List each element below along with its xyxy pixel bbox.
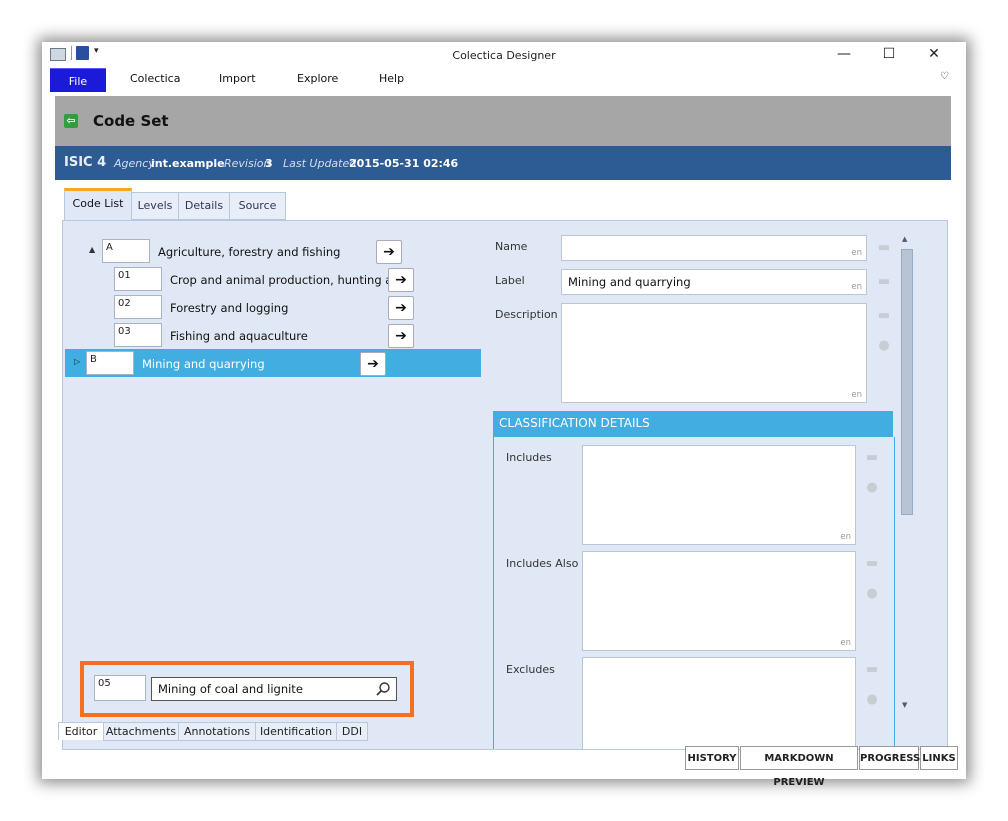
- tab-source[interactable]: Source: [229, 192, 286, 220]
- code-label[interactable]: Crop and animal production, hunting and: [170, 273, 407, 287]
- code-label[interactable]: Mining and quarrying: [142, 357, 265, 371]
- tab-attachments[interactable]: Attachments: [103, 722, 179, 741]
- tab-identification[interactable]: Identification: [255, 722, 337, 741]
- last-updated-value: 2015-05-31 02:46: [349, 157, 459, 170]
- menu-help[interactable]: Help: [379, 72, 404, 85]
- includes-label: Includes: [506, 451, 552, 464]
- excludes-field[interactable]: [582, 657, 856, 749]
- scroll-up-icon[interactable]: ▲: [902, 235, 907, 243]
- comment-icon[interactable]: ▬: [864, 451, 880, 465]
- comment-icon[interactable]: ▬: [876, 241, 892, 255]
- last-updated-label: Last Updated: [283, 157, 357, 170]
- description-label: Description: [495, 308, 558, 321]
- code-label[interactable]: Fishing and aquaculture: [170, 329, 308, 343]
- navigate-arrow-icon[interactable]: ➔: [360, 352, 386, 376]
- tab-editor[interactable]: Editor: [58, 722, 104, 740]
- language-tag: en: [840, 638, 851, 648]
- person-icon[interactable]: ●: [876, 339, 892, 353]
- code-input[interactable]: B: [86, 351, 134, 375]
- label-field[interactable]: Mining and quarrying en: [561, 269, 867, 295]
- person-icon[interactable]: ●: [864, 693, 880, 707]
- label-label: Label: [495, 274, 525, 287]
- classification-header: CLASSIFICATION DETAILS: [493, 411, 893, 437]
- tree-row-03[interactable]: 03 Fishing and aquaculture ➔: [81, 321, 501, 349]
- code-input[interactable]: 01: [114, 267, 162, 291]
- page-title: Code Set: [93, 112, 169, 130]
- navigate-arrow-icon[interactable]: ➔: [388, 324, 414, 348]
- agency-label: Agency: [114, 157, 155, 170]
- tab-code-list[interactable]: Code List: [64, 188, 132, 223]
- agency-value: int.example: [151, 157, 225, 170]
- new-code-input[interactable]: 05: [94, 675, 146, 701]
- person-icon[interactable]: ●: [864, 481, 880, 495]
- item-name: ISIC 4: [64, 155, 107, 170]
- navigate-arrow-icon[interactable]: ➔: [388, 296, 414, 320]
- excludes-label: Excludes: [506, 663, 555, 676]
- menu-explore[interactable]: Explore: [297, 72, 338, 85]
- revision-value: 3: [265, 157, 273, 170]
- app-window: ▾ Colectica Designer — ☐ ✕ File Colectic…: [42, 42, 966, 788]
- language-tag: en: [851, 390, 862, 400]
- tab-details[interactable]: Details: [178, 192, 230, 220]
- back-arrow-icon[interactable]: ⇦: [64, 114, 78, 128]
- language-tag: en: [851, 282, 862, 292]
- code-input[interactable]: A: [102, 239, 150, 263]
- includes-also-field[interactable]: en: [582, 551, 856, 651]
- menu-colectica[interactable]: Colectica: [130, 72, 180, 85]
- comment-icon[interactable]: ▬: [876, 309, 892, 323]
- revision-label: Revision: [224, 157, 271, 170]
- new-code-entry-highlight: 05 Mining of coal and lignite: [80, 661, 414, 717]
- code-label[interactable]: Forestry and logging: [170, 301, 288, 315]
- tab-ddi[interactable]: DDI: [336, 722, 368, 741]
- includes-field[interactable]: en: [582, 445, 856, 545]
- description-field[interactable]: en: [561, 303, 867, 403]
- ribbon-collapse-icon[interactable]: ♡: [940, 71, 949, 82]
- title-bar: ▾ Colectica Designer — ☐ ✕: [42, 42, 966, 66]
- expand-icon[interactable]: ▷: [74, 357, 80, 366]
- markdown-preview-button[interactable]: MARKDOWN PREVIEW: [740, 746, 858, 788]
- editor-area: Code List Levels Details Source ▲ A Agri…: [56, 180, 950, 750]
- info-bar: ISIC 4 Agency int.example Revision 3 Las…: [55, 146, 951, 180]
- search-icon[interactable]: [375, 681, 391, 697]
- comment-icon[interactable]: ▬: [876, 275, 892, 289]
- tab-levels[interactable]: Levels: [131, 192, 179, 220]
- window-title: Colectica Designer: [452, 49, 556, 62]
- close-button[interactable]: ✕: [919, 44, 949, 64]
- language-tag: en: [840, 532, 851, 542]
- menu-bar: Colectica Import Explore Help ♡: [42, 68, 966, 90]
- collapse-icon[interactable]: ▲: [89, 245, 95, 254]
- links-button[interactable]: LINKS: [920, 746, 958, 770]
- history-button[interactable]: HISTORY: [685, 746, 739, 770]
- tree-row-01[interactable]: 01 Crop and animal production, hunting a…: [81, 265, 501, 293]
- comment-icon[interactable]: ▬: [864, 557, 880, 571]
- tab-annotations[interactable]: Annotations: [178, 722, 256, 741]
- navigate-arrow-icon[interactable]: ➔: [376, 240, 402, 264]
- code-input[interactable]: 03: [114, 323, 162, 347]
- code-label[interactable]: Agriculture, forestry and fishing: [158, 245, 340, 259]
- classification-panel: Includes en ▬ ● Includes Also en ▬ ● Exc…: [493, 437, 895, 749]
- tree-row-02[interactable]: 02 Forestry and logging ➔: [81, 293, 501, 321]
- name-label: Name: [495, 240, 528, 253]
- scroll-down-icon[interactable]: ▼: [902, 701, 907, 709]
- page-header: ⇦ Code Set: [55, 96, 951, 146]
- tree-row-b-selected[interactable]: ▷ B Mining and quarrying ➔: [65, 349, 481, 377]
- label-value: Mining and quarrying: [568, 275, 691, 289]
- scrollbar-thumb[interactable]: [901, 249, 913, 515]
- comment-icon[interactable]: ▬: [864, 663, 880, 677]
- includes-also-label: Includes Also: [506, 557, 579, 570]
- tree-row-a[interactable]: ▲ A Agriculture, forestry and fishing ➔: [81, 237, 501, 265]
- person-icon[interactable]: ●: [864, 587, 880, 601]
- maximize-button[interactable]: ☐: [874, 44, 904, 64]
- navigate-arrow-icon[interactable]: ➔: [388, 268, 414, 292]
- menu-import[interactable]: Import: [219, 72, 256, 85]
- vertical-scrollbar[interactable]: ▲ ▼: [899, 233, 915, 711]
- name-field[interactable]: en: [561, 235, 867, 261]
- new-code-label-input[interactable]: Mining of coal and lignite: [151, 677, 397, 701]
- language-tag: en: [851, 248, 862, 258]
- code-input[interactable]: 02: [114, 295, 162, 319]
- minimize-button[interactable]: —: [829, 44, 859, 64]
- progress-button[interactable]: PROGRESS: [859, 746, 920, 770]
